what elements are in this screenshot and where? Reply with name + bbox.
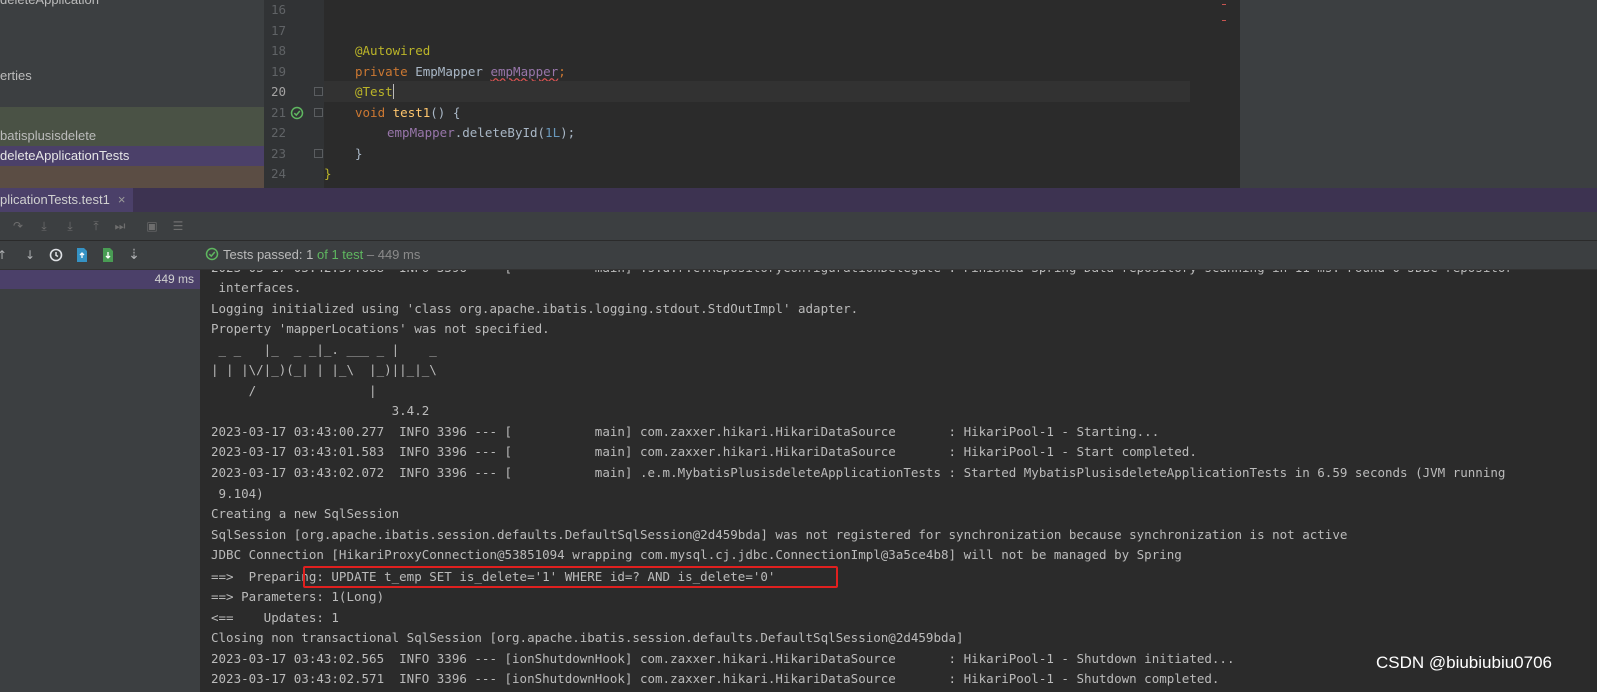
console-line: | | |\/|_)(_| | |_\ |_)||_|_\ — [211, 362, 437, 377]
text-caret — [392, 84, 394, 99]
run-tab-bar — [0, 188, 1597, 212]
code-line: private EmpMapper empMapper; — [355, 64, 566, 79]
console-line: / | — [211, 383, 377, 398]
console-icon[interactable]: ▣ — [144, 218, 160, 234]
test-results-tree — [0, 270, 201, 692]
history-icon[interactable] — [48, 247, 64, 263]
console-line: interfaces. — [211, 280, 302, 295]
console-line: ==> Parameters: 1(Long) — [211, 589, 385, 604]
export-icon[interactable] — [74, 247, 90, 263]
console-line: SqlSession [org.apache.ibatis.session.de… — [211, 527, 1348, 542]
layout-icon[interactable]: ☰ — [170, 218, 186, 234]
line-number: 24 — [271, 166, 287, 181]
tree-item[interactable] — [0, 166, 264, 188]
up-icon[interactable]: ⤒ — [88, 218, 104, 234]
test-result-row[interactable]: 449 ms — [0, 270, 200, 289]
fold-icon[interactable] — [314, 87, 323, 96]
tree-item-selected[interactable]: deleteApplicationTests — [0, 146, 264, 166]
code-line: } — [355, 146, 363, 161]
editor-scrollbar[interactable] — [1222, 0, 1240, 188]
tab-run-config[interactable]: plicationTests.test1 × — [0, 188, 134, 212]
line-number: 17 — [271, 23, 287, 38]
skip-icon[interactable]: ⏭ — [112, 218, 128, 234]
tree-item[interactable]: deleteApplication — [0, 0, 264, 10]
import-icon[interactable] — [100, 247, 116, 263]
line-number: 23 — [271, 146, 287, 161]
console-line: Creating a new SqlSession — [211, 506, 400, 521]
tree-item[interactable]: erties — [0, 66, 264, 86]
sort-icon[interactable]: ⇣ — [126, 247, 142, 263]
line-number: 22 — [271, 125, 287, 140]
console-line: Logging initialized using 'class org.apa… — [211, 301, 859, 316]
next-failed-icon[interactable]: ⤓ — [62, 218, 78, 234]
line-number: 18 — [271, 43, 287, 58]
console-line: Closing non transactional SqlSession [or… — [211, 630, 964, 645]
run-toolbar: ▏ ↷ ⤓ ⤓ ⤒ ⏭ ▣ ☰ — [0, 212, 1597, 241]
console-line: 9.104) — [211, 486, 264, 501]
line-number: 16 — [271, 2, 287, 17]
code-line: @Autowired — [355, 43, 431, 58]
project-tree: deleteApplication erties batisplusisdele… — [0, 0, 264, 188]
error-stripe — [1222, 20, 1226, 21]
line-number-current: 20 — [271, 84, 287, 99]
console-line: 3.4.2 — [211, 403, 430, 418]
tree-item-tested[interactable]: batisplusisdelete — [0, 126, 264, 146]
code-line: } — [324, 166, 332, 181]
tree-item-tested[interactable] — [0, 107, 264, 127]
close-tab-icon[interactable]: × — [118, 192, 126, 207]
console-line: 2023-03-17 03:43:01.583 INFO 3396 --- [ … — [211, 444, 1197, 459]
test-passed-icon — [205, 247, 219, 261]
line-number: 19 — [271, 64, 287, 79]
code-editor[interactable]: @Autowired private EmpMapper empMapper; … — [324, 0, 1222, 188]
toolbar-separator: ▏ — [0, 219, 7, 233]
console-line: 2023-03-17 03:43:02.565 INFO 3396 --- [i… — [211, 651, 1235, 666]
console-line: 2023-03-17 03:42:57.688 INFO 3396 --- [ … — [211, 270, 1513, 278]
prev-failed-icon[interactable]: ⤓ — [36, 218, 52, 234]
console-line: Property 'mapperLocations' was not speci… — [211, 321, 550, 336]
right-tool-panel — [1240, 0, 1597, 188]
fold-icon[interactable] — [314, 149, 323, 158]
console-line: 2023-03-17 03:43:02.571 INFO 3396 --- [i… — [211, 671, 1220, 686]
code-line: void test1() { — [355, 105, 461, 120]
rerun-failed-icon[interactable]: ↷ — [10, 218, 26, 234]
arrow-up-icon[interactable]: ↑ — [0, 247, 10, 263]
console-line: 2023-03-17 03:43:00.277 INFO 3396 --- [ … — [211, 424, 1160, 439]
fold-icon[interactable] — [314, 108, 323, 117]
code-line-current: @Test — [324, 81, 1190, 102]
arrow-down-icon[interactable]: ↓ — [22, 247, 38, 263]
error-stripe — [1222, 4, 1226, 5]
sql-highlight-box — [303, 566, 838, 588]
watermark: CSDN @biubiubiu0706 — [1375, 653, 1552, 672]
console-line: <== Updates: 1 — [211, 610, 339, 625]
code-line: empMapper.deleteById(1L); — [387, 125, 576, 140]
test-passed-run-icon[interactable] — [290, 106, 304, 120]
console-output[interactable]: 2023-03-17 03:42:57.688 INFO 3396 --- [ … — [201, 270, 1597, 692]
console-line: JDBC Connection [HikariProxyConnection@5… — [211, 547, 1182, 562]
test-status: Tests passed: 1 of 1 test – 449 ms — [205, 247, 420, 262]
console-line: _ _ |_ _ _|_. ___ _ | _ — [211, 342, 437, 357]
console-line: 2023-03-17 03:43:02.072 INFO 3396 --- [ … — [211, 465, 1506, 480]
